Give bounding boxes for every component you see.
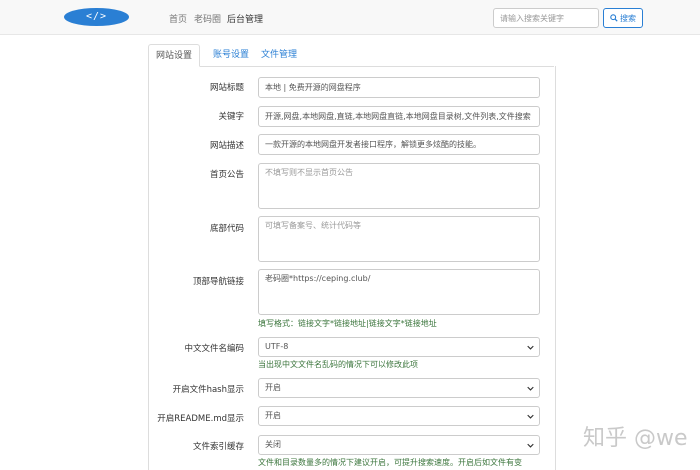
cn-encoding-label: 中文文件名编码 bbox=[184, 344, 244, 354]
description-input[interactable]: 一款开源的本地网盘开发者接口程序，解锁更多炫酷的技能。 bbox=[258, 134, 540, 155]
nav-links-textarea[interactable]: 老码圈*https://ceping.club/ bbox=[258, 269, 540, 315]
chevron-down-icon bbox=[527, 345, 534, 350]
nav-link-home[interactable]: 首页 bbox=[169, 12, 187, 25]
site-title-label: 网站标题 bbox=[209, 83, 244, 93]
hash-display-select[interactable]: 开启 bbox=[258, 378, 540, 398]
search-input[interactable] bbox=[493, 8, 599, 28]
hash-display-value: 开启 bbox=[265, 383, 281, 392]
chevron-down-icon bbox=[527, 386, 534, 391]
nav-link-admin[interactable]: 后台管理 bbox=[227, 12, 263, 25]
chevron-down-icon bbox=[527, 443, 534, 448]
index-cache-label: 文件索引缓存 bbox=[192, 442, 244, 452]
tab-account-settings[interactable]: 账号设置 bbox=[206, 44, 256, 66]
tab-file-management[interactable]: 文件管理 bbox=[254, 44, 304, 66]
nav-links-label: 顶部导航链接 bbox=[192, 277, 244, 287]
navbar: </> 首页 老码圈 后台管理 搜索 bbox=[0, 0, 700, 35]
index-cache-select[interactable]: 关闭 bbox=[258, 435, 540, 455]
description-label: 网站描述 bbox=[209, 141, 244, 151]
nav-link-laomaquan[interactable]: 老码圈 bbox=[194, 12, 221, 25]
keywords-input[interactable]: 开源,网盘,本地网盘,直链,本地网盘直链,本地网盘目录树,文件列表,文件搜索 bbox=[258, 106, 540, 127]
announcement-label: 首页公告 bbox=[209, 170, 244, 180]
tab-site-settings[interactable]: 网站设置 bbox=[148, 44, 201, 67]
cn-encoding-help: 当出现中文文件名乱码的情况下可以修改此项 bbox=[258, 360, 418, 369]
footer-code-label: 底部代码 bbox=[209, 224, 244, 234]
readme-display-label: 开启README.md显示 bbox=[157, 414, 244, 424]
index-cache-help: 文件和目录数量多的情况下建议开启，可提升搜索速度。开启后如文件有变 bbox=[258, 458, 522, 467]
announcement-textarea[interactable]: 不填写则不显示首页公告 bbox=[258, 163, 540, 209]
site-title-input[interactable]: 本地 | 免费开源的网盘程序 bbox=[258, 77, 540, 98]
cn-encoding-select[interactable]: UTF-8 bbox=[258, 337, 540, 357]
search-button[interactable]: 搜索 bbox=[603, 8, 643, 28]
zhihu-watermark: 知乎 @we bbox=[583, 426, 688, 451]
settings-tabs: 网站设置 账号设置 文件管理 bbox=[148, 44, 554, 67]
keywords-label: 关键字 bbox=[218, 112, 244, 122]
site-logo[interactable]: </> bbox=[64, 8, 129, 26]
readme-display-value: 开启 bbox=[265, 411, 281, 420]
index-cache-value: 关闭 bbox=[265, 440, 281, 449]
search-button-label: 搜索 bbox=[620, 13, 636, 23]
nav-links-help: 填写格式：链接文字*链接地址|链接文字*链接地址 bbox=[258, 319, 437, 328]
hash-display-label: 开启文件hash显示 bbox=[172, 385, 244, 395]
search-icon bbox=[610, 14, 618, 22]
footer-code-textarea[interactable]: 可填写备案号、统计代码等 bbox=[258, 216, 540, 262]
readme-display-select[interactable]: 开启 bbox=[258, 406, 540, 426]
chevron-down-icon bbox=[527, 414, 534, 419]
cn-encoding-value: UTF-8 bbox=[265, 342, 289, 351]
